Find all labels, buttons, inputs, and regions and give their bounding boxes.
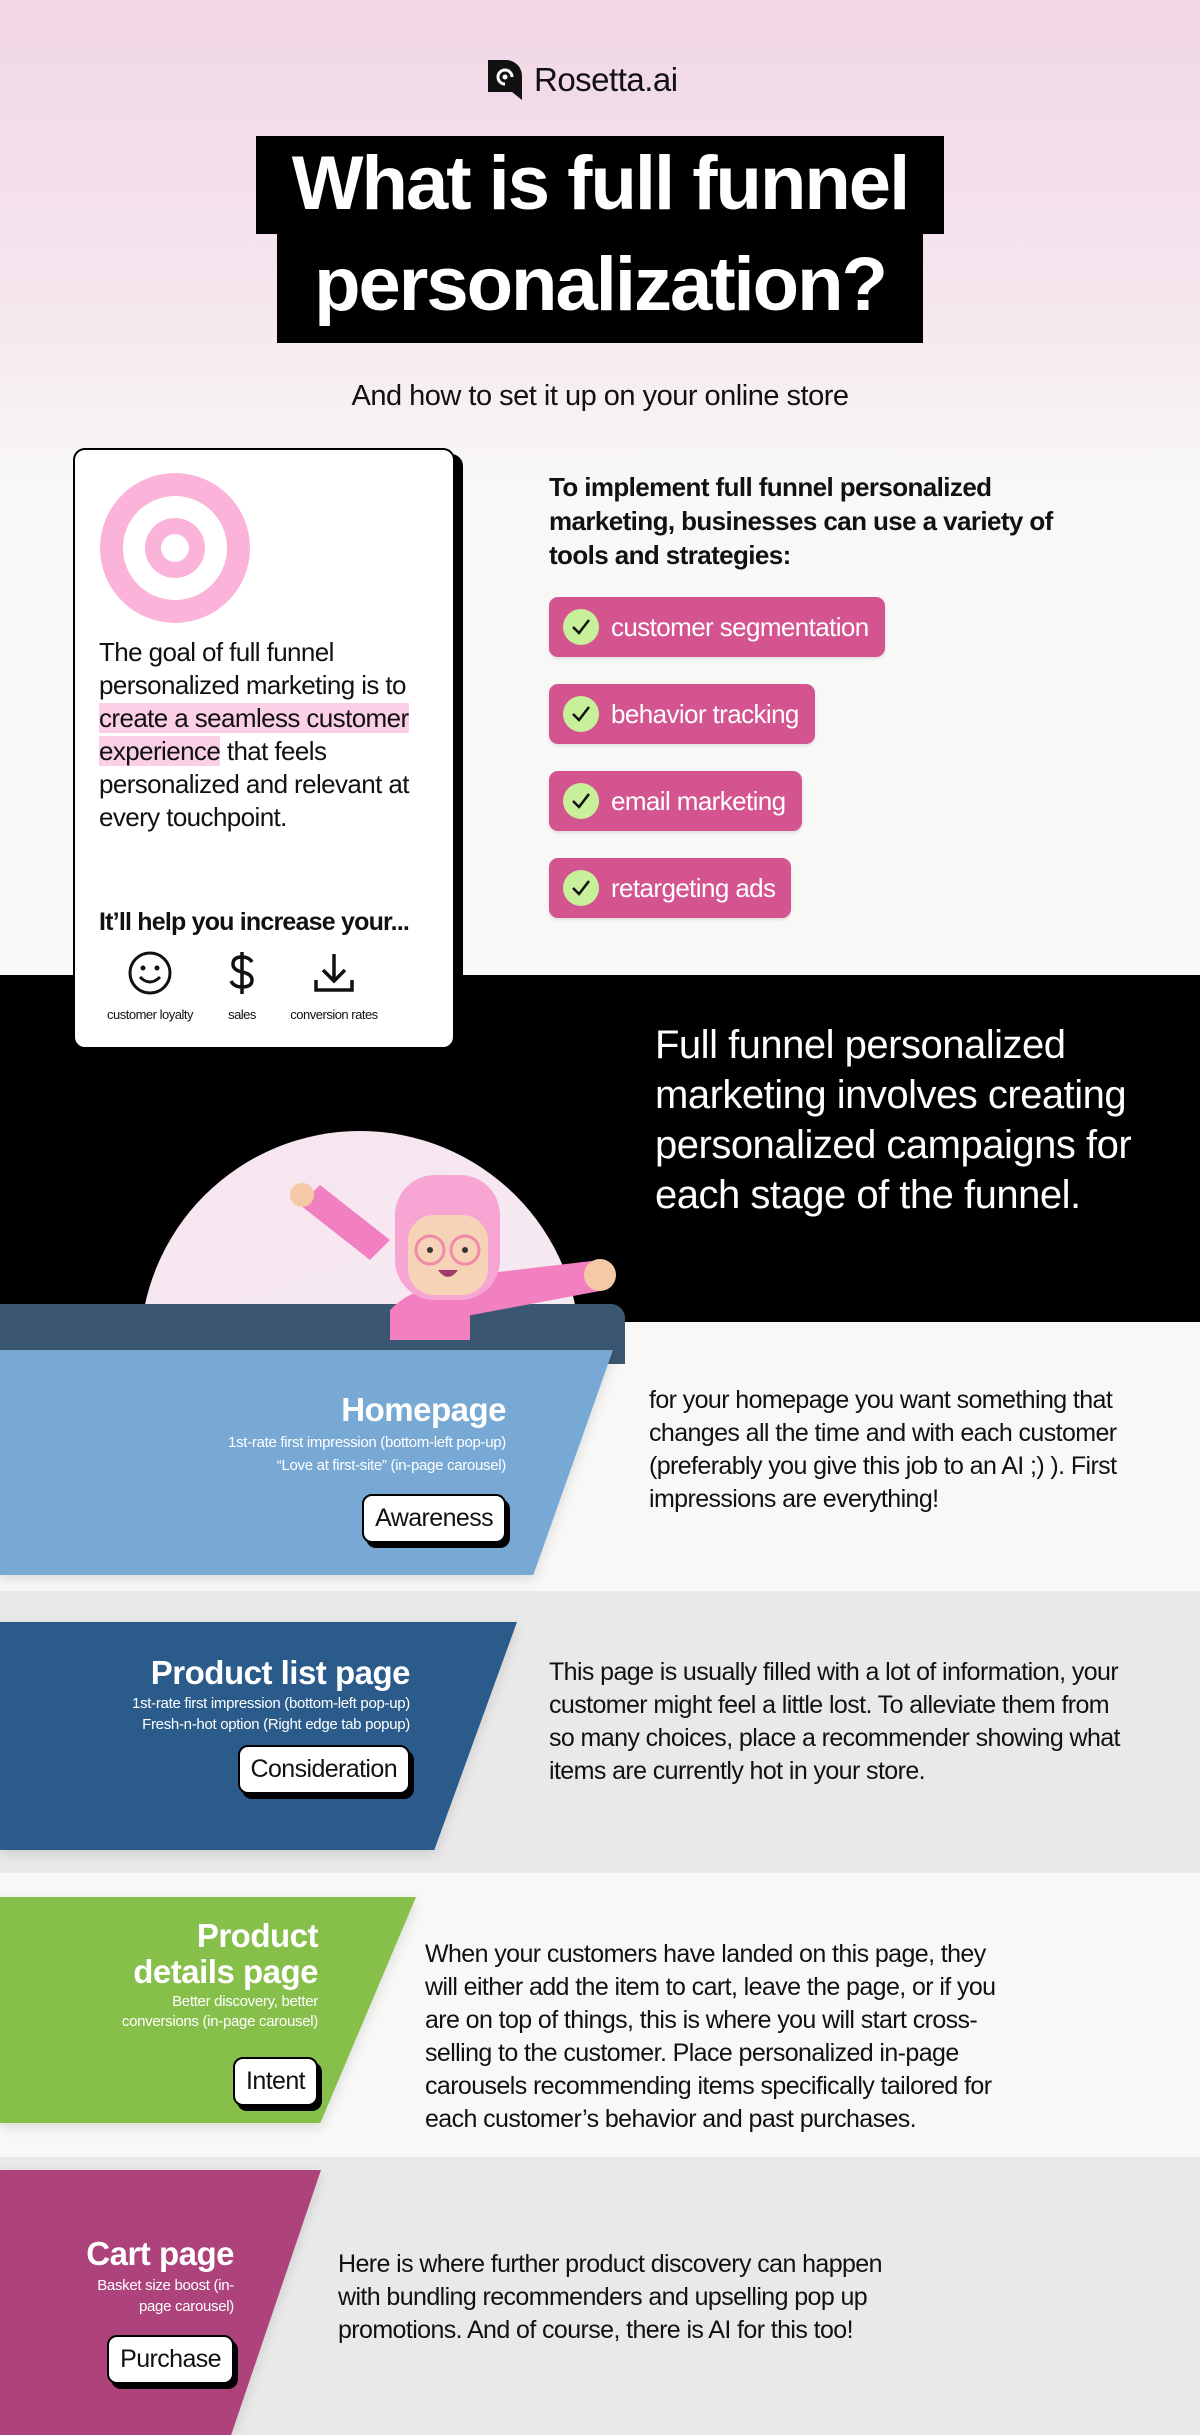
stage-body: When your customers have landed on this …: [425, 1940, 996, 2133]
tool-label: customer segmentation: [611, 611, 869, 642]
benefit-sales: sales: [192, 950, 292, 1022]
check-icon: [563, 609, 599, 645]
goal-text-start: The goal of full funnel personalized mar…: [99, 637, 407, 700]
stage-title: Product details page: [133, 1917, 318, 1990]
rosetta-logo-icon: [488, 60, 522, 100]
smiley-icon: [128, 951, 172, 995]
check-icon: [563, 696, 599, 732]
stage-title: Product list page: [150, 1654, 411, 1691]
page-subtitle: And how to set it up on your online stor…: [351, 380, 849, 412]
stage-title: Cart page: [86, 2235, 234, 2272]
stage-badge-consideration: Consideration: [237, 1745, 410, 1794]
check-icon: [563, 783, 599, 819]
brand-name: Rosetta.ai: [534, 61, 678, 98]
stage-badge-purchase: Purchase: [107, 2335, 234, 2384]
benefit-label: customer loyalty: [107, 1007, 193, 1022]
stage-badge-intent: Intent: [233, 2057, 318, 2106]
stage-title: Homepage: [341, 1391, 506, 1428]
tool-label: behavior tracking: [611, 698, 799, 729]
stage-body: This page is usually filled with a lot o…: [549, 1658, 1121, 1785]
mascot-illustration: [290, 1175, 616, 1340]
tools-intro: To implement full funnel personalized ma…: [549, 472, 1053, 570]
goal-card: The goal of full funnel personalized mar…: [73, 448, 455, 1049]
stage-body: for your homepage you want something tha…: [649, 1386, 1117, 1513]
page-title-line2: personalization?: [277, 233, 923, 343]
tool-pill: email marketing: [549, 771, 802, 831]
benefit-customer-loyalty: customer loyalty: [100, 950, 200, 1022]
stage-body: Here is where further product discovery …: [338, 2250, 883, 2344]
target-icon: [100, 473, 250, 623]
benefit-label: conversion rates: [290, 1007, 378, 1022]
stage-subtitle: 1st-rate first impression (bottom-left p…: [228, 1434, 506, 1451]
page-title-line1: What is full funnel: [256, 136, 944, 234]
download-icon: [314, 954, 354, 992]
stage-subtitle: “Love at first-site” (in-page carousel): [276, 1457, 507, 1474]
tool-pill: retargeting ads: [549, 858, 792, 918]
benefit-conversion-rates: conversion rates: [284, 950, 384, 1022]
stage-subtitle: Basket size boost (in-page carousel): [97, 2277, 234, 2315]
check-icon: [563, 870, 599, 906]
benefit-label: sales: [228, 1007, 256, 1022]
stage-subtitle: 1st-rate first impression (bottom-left p…: [132, 1695, 410, 1712]
tool-label: retargeting ads: [611, 872, 776, 903]
tool-label: email marketing: [611, 785, 786, 816]
funnel-headline: Full funnel personalized marketing invol…: [655, 1023, 1132, 1217]
stage-subtitle: Fresh-n-hot option (Right edge tab popup…: [142, 1716, 410, 1733]
stage-badge-awareness: Awareness: [362, 1494, 506, 1543]
tool-pill: customer segmentation: [549, 597, 885, 657]
help-heading: It’ll help you increase your...: [99, 908, 410, 936]
dollar-icon: [229, 952, 254, 994]
goal-text: The goal of full funnel personalized mar…: [99, 636, 439, 834]
brand-logo: Rosetta.ai: [488, 60, 678, 100]
stage-subtitle: Better discovery, better conversions (in…: [121, 1993, 318, 2030]
tool-pill: behavior tracking: [549, 684, 815, 744]
